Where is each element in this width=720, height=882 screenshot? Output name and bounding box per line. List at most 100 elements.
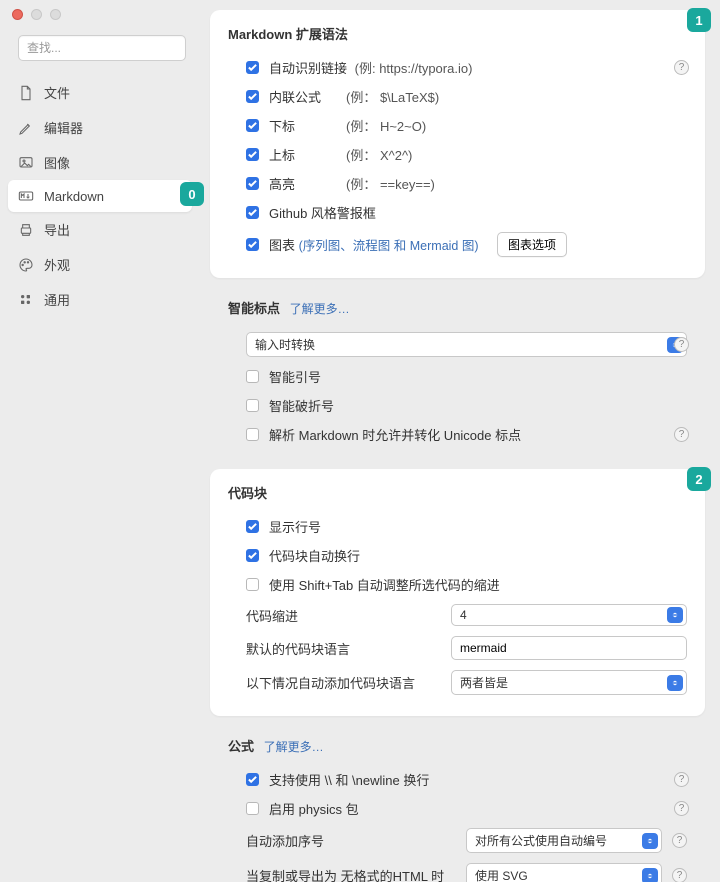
image-icon xyxy=(18,155,34,171)
example-text: (例： H~2~O) xyxy=(346,119,426,134)
checkbox-highlight[interactable] xyxy=(246,177,259,190)
checkbox-label: 使用 Shift+Tab 自动调整所选代码的缩进 xyxy=(269,575,500,594)
learn-more-link[interactable]: 了解更多… xyxy=(264,740,324,754)
checkbox-physics-pkg[interactable] xyxy=(246,802,259,815)
sidebar-item-editor[interactable]: 编辑器 xyxy=(8,110,192,145)
chevron-updown-icon xyxy=(642,833,658,849)
section-md-extensions: 1 Markdown 扩展语法 自动识别链接 (例: https://typor… xyxy=(210,10,705,278)
field-label: 自动添加序号 xyxy=(246,831,456,850)
math-autonum-select[interactable]: 对所有公式使用自动编号 xyxy=(466,828,662,853)
checkbox-wrap-code[interactable] xyxy=(246,549,259,562)
help-icon[interactable]: ? xyxy=(674,427,689,442)
sidebar-item-label: Markdown xyxy=(44,189,104,204)
field-label: 默认的代码块语言 xyxy=(246,639,441,658)
checkbox-label: 智能破折号 xyxy=(269,396,334,415)
checkbox-superscript[interactable] xyxy=(246,148,259,161)
annotation-badge-2: 2 xyxy=(687,467,711,491)
auto-add-lang-select[interactable]: 两者皆是 xyxy=(451,670,687,695)
checkbox-diagrams[interactable] xyxy=(246,238,259,251)
checkbox-unicode-punct[interactable] xyxy=(246,428,259,441)
chevron-updown-icon xyxy=(667,675,683,691)
field-label: 代码缩进 xyxy=(246,606,441,625)
diagram-types-link[interactable]: (序列图、流程图 和 Mermaid 图) xyxy=(299,239,479,253)
chevron-updown-icon xyxy=(667,607,683,623)
sidebar-item-label: 导出 xyxy=(44,220,70,239)
print-icon xyxy=(18,222,34,238)
example-text: (例: https://typora.io) xyxy=(355,61,473,76)
file-icon xyxy=(18,85,34,101)
section-math: 公式 了解更多… 支持使用 \\ 和 \newline 换行 ? 启用 phys… xyxy=(210,730,705,882)
help-icon[interactable]: ? xyxy=(672,868,687,882)
learn-more-link[interactable]: 了解更多… xyxy=(290,302,350,316)
sidebar-item-label: 编辑器 xyxy=(44,118,83,137)
checkbox-label: 内联公式 xyxy=(269,87,324,106)
select-value: 对所有公式使用自动编号 xyxy=(475,832,607,849)
section-title: 代码块 xyxy=(228,483,687,502)
checkbox-label: 显示行号 xyxy=(269,517,321,536)
checkbox-label: 智能引号 xyxy=(269,367,321,386)
field-label: 当复制或导出为 无格式的HTML 时 xyxy=(246,866,456,882)
checkbox-github-alerts[interactable] xyxy=(246,206,259,219)
checkbox-label: 下标 xyxy=(269,116,324,135)
select-value: 4 xyxy=(460,608,467,622)
help-icon[interactable]: ? xyxy=(672,833,687,848)
annotation-badge-1: 1 xyxy=(687,8,711,32)
sidebar-item-label: 通用 xyxy=(44,290,70,309)
search-input[interactable] xyxy=(18,35,186,61)
section-title: 公式 了解更多… xyxy=(228,736,687,755)
help-icon[interactable]: ? xyxy=(674,60,689,75)
checkbox-smart-quotes[interactable] xyxy=(246,370,259,383)
sidebar: 文件 编辑器 图像 Markdown 0 导出 外观 xyxy=(0,0,200,882)
checkbox-label: 图表 xyxy=(269,238,295,253)
diagram-options-button[interactable]: 图表选项 xyxy=(497,232,567,257)
sidebar-item-appearance[interactable]: 外观 xyxy=(8,247,192,282)
checkbox-newline-break[interactable] xyxy=(246,773,259,786)
section-title: 智能标点 了解更多… xyxy=(228,298,687,317)
sidebar-item-image[interactable]: 图像 xyxy=(8,145,192,180)
math-copy-format-select[interactable]: 使用 SVG xyxy=(466,863,662,882)
section-title: Markdown 扩展语法 xyxy=(228,24,687,43)
checkbox-label: 自动识别链接 xyxy=(269,61,347,76)
default-code-lang-input[interactable] xyxy=(451,636,687,660)
zoom-window-icon xyxy=(50,9,61,20)
checkbox-line-numbers[interactable] xyxy=(246,520,259,533)
sidebar-item-file[interactable]: 文件 xyxy=(8,75,192,110)
help-icon[interactable]: ? xyxy=(674,801,689,816)
help-icon[interactable]: ? xyxy=(674,772,689,787)
checkbox-inline-math[interactable] xyxy=(246,90,259,103)
select-value: 输入时转换 xyxy=(255,336,315,353)
sidebar-item-markdown[interactable]: Markdown 0 xyxy=(8,180,192,212)
checkbox-shift-tab-indent[interactable] xyxy=(246,578,259,591)
sidebar-item-label: 文件 xyxy=(44,83,70,102)
section-smart-punctuation: 智能标点 了解更多… 输入时转换 ? 智能引号 智能破折号 解析 Markd xyxy=(210,292,705,455)
sidebar-item-label: 图像 xyxy=(44,153,70,172)
section-code-fences: 2 代码块 显示行号 代码块自动换行 使用 Shift+Tab 自动调整所选代码… xyxy=(210,469,705,716)
chevron-updown-icon xyxy=(642,868,658,882)
example-text: (例： $\LaTeX$) xyxy=(346,90,439,105)
checkbox-label: 上标 xyxy=(269,145,324,164)
sidebar-item-general[interactable]: 通用 xyxy=(8,282,192,317)
convert-on-input-select[interactable]: 输入时转换 xyxy=(246,332,687,357)
checkbox-label: 启用 physics 包 xyxy=(269,799,359,818)
palette-icon xyxy=(18,257,34,273)
pencil-icon xyxy=(18,120,34,136)
checkbox-smart-dashes[interactable] xyxy=(246,399,259,412)
close-window-icon[interactable] xyxy=(12,9,23,20)
minimize-window-icon xyxy=(31,9,42,20)
checkbox-label: 支持使用 \\ 和 \newline 换行 xyxy=(269,770,429,789)
example-text: (例： ==key==) xyxy=(346,177,435,192)
content-area: 1 Markdown 扩展语法 自动识别链接 (例: https://typor… xyxy=(200,0,720,882)
annotation-badge-0: 0 xyxy=(180,182,204,206)
checkbox-subscript[interactable] xyxy=(246,119,259,132)
markdown-icon xyxy=(18,188,34,204)
code-indent-select[interactable]: 4 xyxy=(451,604,687,626)
select-value: 使用 SVG xyxy=(475,867,528,882)
sidebar-item-export[interactable]: 导出 xyxy=(8,212,192,247)
example-text: (例： X^2^) xyxy=(346,148,412,163)
help-icon[interactable]: ? xyxy=(674,337,689,352)
checkbox-label: 解析 Markdown 时允许并转化 Unicode 标点 xyxy=(269,425,521,444)
checkbox-label: 代码块自动换行 xyxy=(269,546,360,565)
window-traffic-lights xyxy=(12,9,61,20)
sidebar-item-label: 外观 xyxy=(44,255,70,274)
checkbox-autolink[interactable] xyxy=(246,61,259,74)
